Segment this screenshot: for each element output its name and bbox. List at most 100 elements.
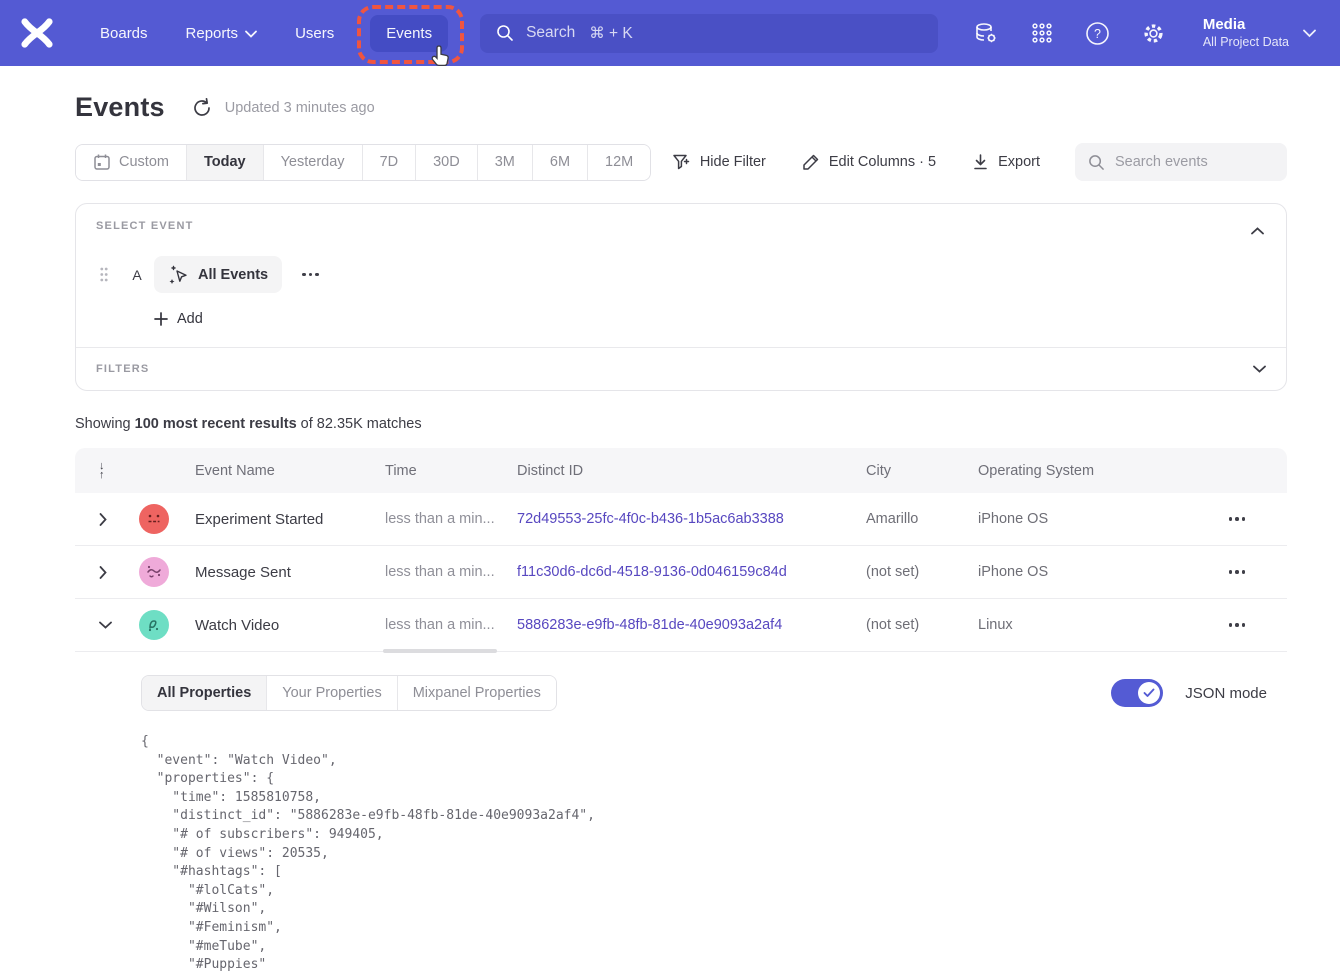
event-json-viewer[interactable]: { "event": "Watch Video", "properties": … <box>141 733 1287 974</box>
events-table: ↓↑ Event Name Time Distinct ID City Oper… <box>75 448 1287 974</box>
primary-nav: Boards Reports Users Events <box>88 15 448 52</box>
filters-label: FILTERS <box>96 363 149 375</box>
cell-city: Amarillo <box>866 511 978 527</box>
cell-distinct-id-link[interactable]: 72d49553-25fc-4f0c-b436-1b5ac6ab3388 <box>517 511 866 527</box>
cell-event-name: Watch Video <box>195 617 385 634</box>
table-row-expanded[interactable]: Watch Video less than a min... 5886283e-… <box>75 599 1287 652</box>
nav-item-reports[interactable]: Reports <box>174 16 270 51</box>
table-horizontal-scrollbar[interactable] <box>383 649 497 653</box>
date-range-today[interactable]: Today <box>187 145 264 180</box>
date-range-7d[interactable]: 7D <box>363 145 417 180</box>
column-header-event-name[interactable]: Event Name <box>195 463 385 479</box>
cell-city: (not set) <box>866 564 978 580</box>
check-icon <box>1143 688 1155 698</box>
drag-handle[interactable] <box>96 267 112 282</box>
row-more-options-button[interactable] <box>1223 511 1252 527</box>
date-range-yesterday[interactable]: Yesterday <box>264 145 363 180</box>
cursor-hand-icon <box>431 44 453 68</box>
nav-item-users[interactable]: Users <box>283 16 346 51</box>
settings-gear-icon[interactable] <box>1141 20 1167 46</box>
chevron-down-icon <box>1253 365 1266 373</box>
project-subtitle: All Project Data <box>1203 34 1289 51</box>
results-summary: Showing 100 most recent results of 82.35… <box>75 416 1287 432</box>
cell-distinct-id-link[interactable]: f11c30d6-dc6d-4518-9136-0d046159c84d <box>517 564 866 580</box>
date-range-30d[interactable]: 30D <box>416 145 478 180</box>
date-range-custom[interactable]: Custom <box>76 145 187 180</box>
tab-mixpanel-properties[interactable]: Mixpanel Properties <box>398 676 556 710</box>
filters-section-toggle[interactable]: FILTERS <box>76 347 1286 390</box>
collapse-row-button[interactable] <box>99 615 119 635</box>
collapse-section-button[interactable] <box>1249 220 1266 242</box>
add-event-button[interactable]: Add <box>154 311 203 327</box>
top-navbar: Boards Reports Users Events Search ⌘ + K <box>0 0 1340 66</box>
row-more-options-button[interactable] <box>1223 617 1252 633</box>
properties-tabs: All Properties Your Properties Mixpanel … <box>141 675 557 711</box>
search-placeholder: Search <box>526 24 575 42</box>
event-chip-label: All Events <box>198 267 268 283</box>
hide-filter-button[interactable]: Hide Filter <box>659 145 779 179</box>
export-button[interactable]: Export <box>959 145 1053 179</box>
cell-os: Linux <box>978 617 1178 633</box>
project-switcher[interactable]: Media All Project Data <box>1203 15 1316 51</box>
toggle-knob <box>1138 682 1160 704</box>
data-management-icon[interactable] <box>973 20 999 46</box>
cell-time: less than a min... <box>385 564 517 580</box>
date-range-picker: Custom Today Yesterday 7D 30D 3M 6M 12M <box>75 144 651 181</box>
chevron-down-icon <box>1303 29 1316 38</box>
json-mode-toggle[interactable] <box>1111 679 1163 707</box>
event-selector-chip[interactable]: All Events <box>154 256 282 293</box>
table-header-row: ↓↑ Event Name Time Distinct ID City Oper… <box>75 448 1287 493</box>
expand-row-button[interactable] <box>99 509 119 529</box>
event-detail-panel: All Properties Your Properties Mixpanel … <box>75 652 1287 974</box>
table-row[interactable]: Message Sent less than a min... f11c30d6… <box>75 546 1287 599</box>
global-search-input[interactable]: Search ⌘ + K <box>480 14 938 53</box>
plus-icon <box>154 312 168 326</box>
chevron-up-icon <box>1251 227 1264 235</box>
event-row-letter: A <box>130 267 144 283</box>
help-icon[interactable]: ? <box>1085 20 1111 46</box>
cell-city: (not set) <box>866 617 978 633</box>
collapse-all-rows-button[interactable]: ↓↑ <box>99 462 139 480</box>
search-shortcut: ⌘ + K <box>589 24 633 43</box>
cell-event-name: Message Sent <box>195 564 385 581</box>
cell-time: less than a min... <box>385 617 517 633</box>
mixpanel-logo-icon[interactable] <box>20 16 54 50</box>
cell-distinct-id-link[interactable]: 5886283e-e9fb-48fb-81de-40e9093a2af4 <box>517 617 866 633</box>
search-events-input[interactable]: Search events <box>1075 143 1287 181</box>
select-event-label: SELECT EVENT <box>96 220 194 232</box>
page-title: Events <box>75 92 165 123</box>
chevron-down-icon <box>99 621 112 629</box>
expand-row-button[interactable] <box>99 562 119 582</box>
tab-your-properties[interactable]: Your Properties <box>267 676 397 710</box>
column-header-operating-system[interactable]: Operating System <box>978 463 1178 479</box>
edit-columns-button[interactable]: Edit Columns · 5 <box>789 145 949 179</box>
date-range-12m[interactable]: 12M <box>588 145 650 180</box>
download-icon <box>972 153 989 171</box>
tab-all-properties[interactable]: All Properties <box>142 676 267 710</box>
refresh-icon[interactable] <box>191 97 213 119</box>
calendar-icon <box>93 153 111 171</box>
chevron-right-icon <box>99 566 107 579</box>
search-icon <box>496 24 514 42</box>
cell-os: iPhone OS <box>978 564 1178 580</box>
chevron-right-icon <box>99 513 107 526</box>
table-row[interactable]: Experiment Started less than a min... 72… <box>75 493 1287 546</box>
search-events-placeholder: Search events <box>1115 154 1208 170</box>
event-more-options-button[interactable] <box>296 267 325 283</box>
search-icon <box>1088 154 1105 171</box>
arrow-up-icon: ↑ <box>99 471 105 480</box>
column-header-city[interactable]: City <box>866 463 978 479</box>
row-more-options-button[interactable] <box>1223 564 1252 580</box>
event-avatar <box>139 610 169 640</box>
svg-text:?: ? <box>1094 27 1101 41</box>
pencil-icon <box>802 153 820 171</box>
apps-grid-icon[interactable] <box>1029 20 1055 46</box>
date-range-6m[interactable]: 6M <box>533 145 588 180</box>
column-header-distinct-id[interactable]: Distinct ID <box>517 463 866 479</box>
sparkle-cursor-icon <box>168 264 189 285</box>
date-range-3m[interactable]: 3M <box>478 145 533 180</box>
chevron-down-icon <box>245 30 257 38</box>
nav-item-boards[interactable]: Boards <box>88 16 160 51</box>
column-header-time[interactable]: Time <box>385 463 517 479</box>
json-mode-label: JSON mode <box>1185 685 1267 702</box>
